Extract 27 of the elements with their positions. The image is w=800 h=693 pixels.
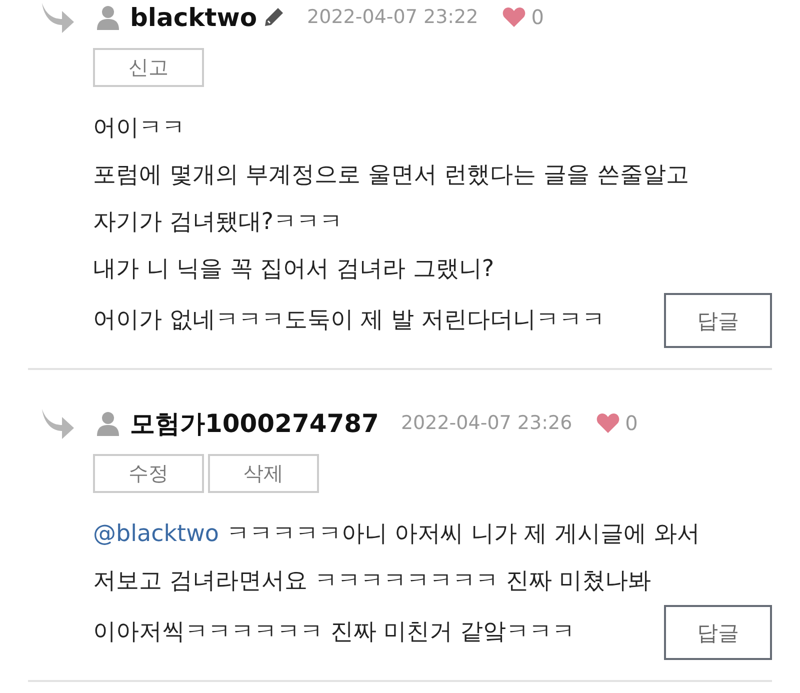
pencil-icon[interactable] bbox=[263, 6, 286, 28]
comment-line: 어이가 없네ㅋㅋㅋ도둑이 제 발 저린다더니ㅋㅋㅋ bbox=[93, 306, 606, 335]
like-count: 0 bbox=[625, 411, 638, 435]
reply-arrow-icon bbox=[40, 1, 76, 33]
action-button[interactable]: 신고 bbox=[93, 48, 204, 87]
author-name: blacktwo bbox=[130, 2, 258, 32]
heart-icon[interactable] bbox=[596, 412, 620, 434]
comment-line: 어이ㅋㅋ bbox=[93, 114, 186, 143]
comment-line: 저보고 검녀라면서요 ㅋㅋㅋㅋㅋㅋㅋㅋ 진짜 미쳤나봐 bbox=[93, 567, 652, 596]
mention-link[interactable]: @blacktwo bbox=[93, 521, 219, 547]
comment-line: 내가 니 닉을 꼭 집어서 검녀라 그랬니? bbox=[93, 255, 496, 284]
comment-date: 2022-04-07 23:22 bbox=[307, 6, 478, 28]
comment-line: 자기가 검녀됐대?ㅋㅋㅋ bbox=[93, 208, 344, 237]
heart-icon[interactable] bbox=[502, 6, 526, 28]
reply-button[interactable]: 답글 bbox=[664, 605, 772, 660]
comment-line: 포럼에 몇개의 부계정으로 울면서 런했다는 글을 쓴줄알고 bbox=[93, 161, 690, 190]
action-button[interactable]: 수정 bbox=[93, 454, 204, 493]
comment-date: 2022-04-07 23:26 bbox=[400, 412, 572, 434]
reply-arrow-icon bbox=[40, 407, 76, 439]
user-icon bbox=[96, 4, 120, 30]
comment-line: 이아저씩ㅋㅋㅋㅋㅋㅋ 진짜 미친거 같앜ㅋㅋㅋ bbox=[93, 618, 575, 647]
like-count: 0 bbox=[531, 5, 544, 29]
user-icon bbox=[96, 410, 120, 436]
author-name: 모험가1000274787 bbox=[130, 408, 379, 440]
action-button[interactable]: 삭제 bbox=[208, 454, 319, 493]
comment-line: @blacktwo ㅋㅋㅋㅋㅋ아니 아저씨 니가 제 게시글에 와서 bbox=[93, 520, 701, 549]
reply-button[interactable]: 답글 bbox=[664, 293, 772, 348]
